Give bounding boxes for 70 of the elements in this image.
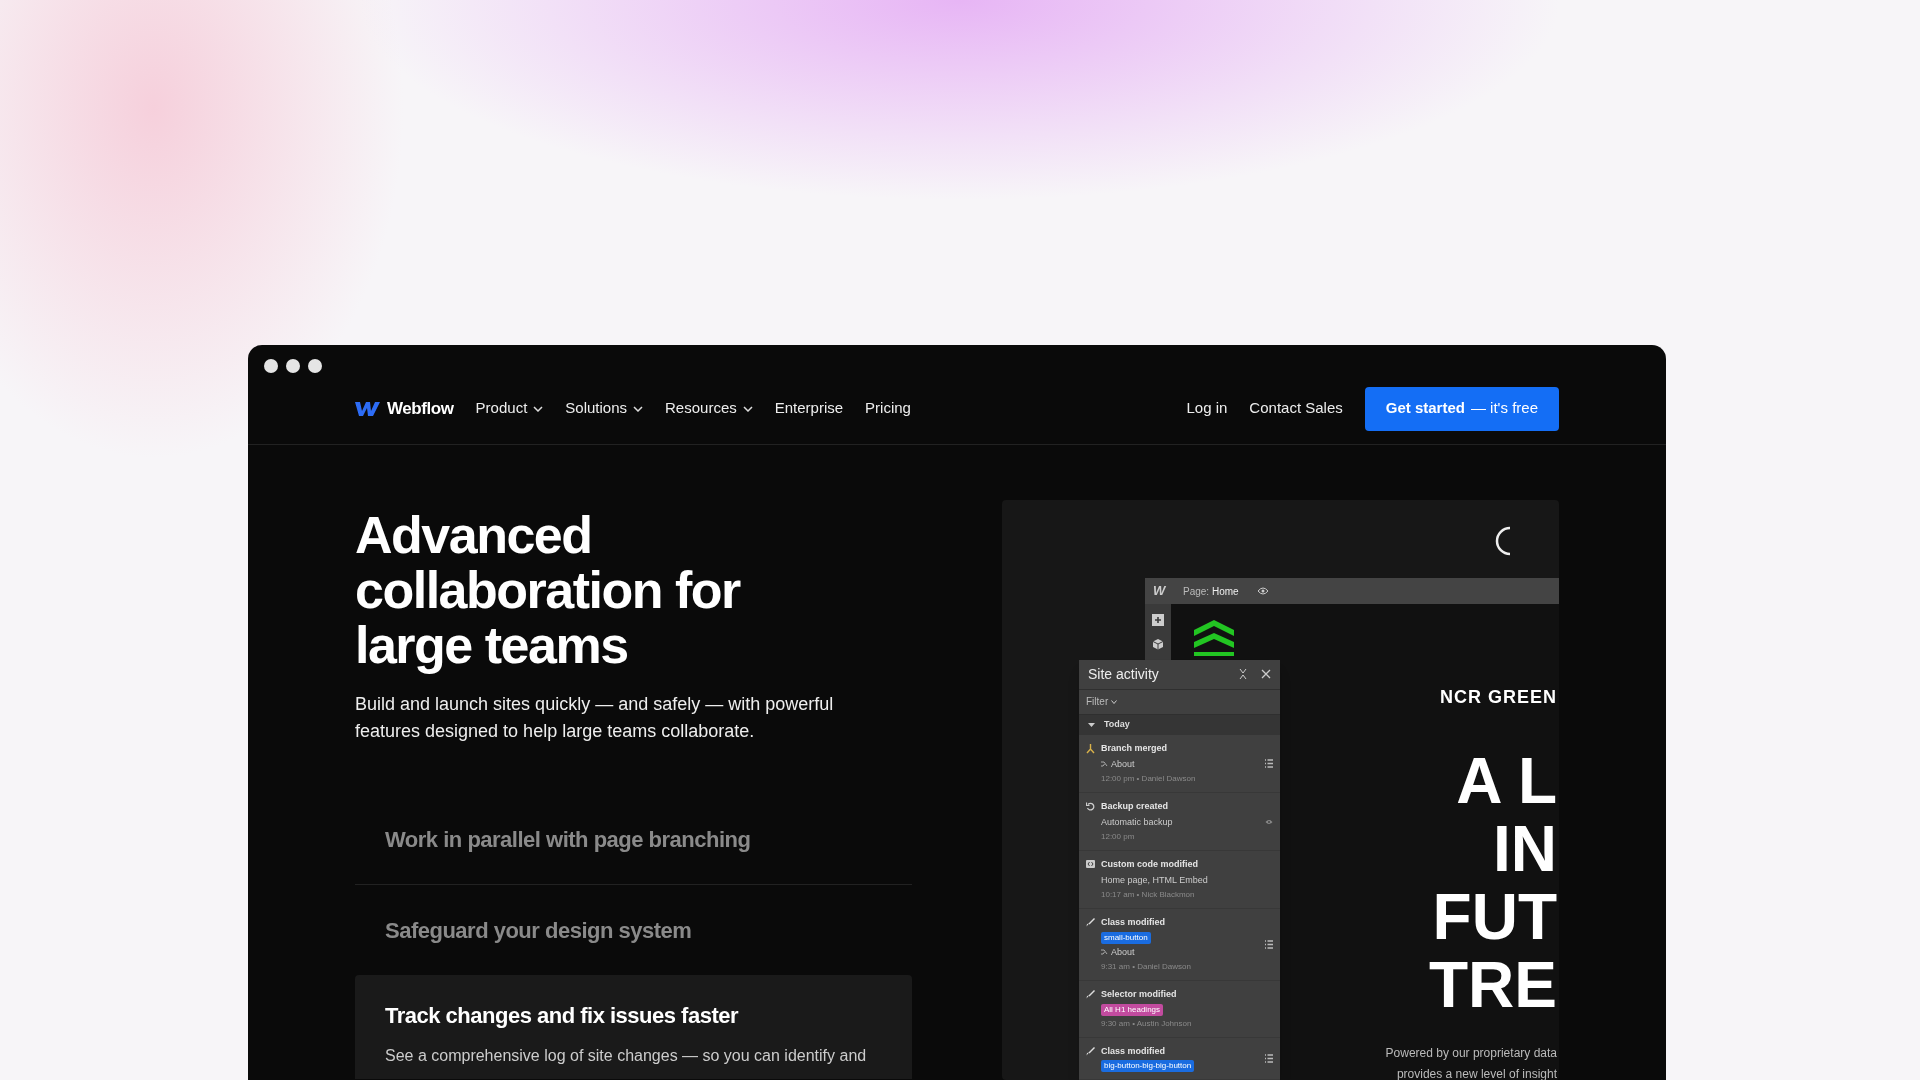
hero-subtitle: Build and launch sites quickly — and safely — with powerful features designed to help large teams collaborate. [355, 693, 835, 743]
brush-icon [1086, 990, 1095, 999]
class-tag: small-button [1101, 931, 1151, 944]
brush-icon [1086, 918, 1095, 927]
activity-item[interactable]: Selector modified All H1 headings 9:30 am • Austin Johnson [1079, 981, 1280, 1038]
add-icon[interactable] [1152, 614, 1164, 626]
collapse-icon[interactable] [1239, 668, 1247, 681]
close-icon[interactable] [1261, 669, 1271, 680]
activity-title: Backup created [1101, 800, 1170, 813]
activity-detail: Home page, HTML Embed [1101, 873, 1209, 887]
chevron-down-icon [1111, 699, 1118, 704]
brush-icon [1086, 1046, 1095, 1056]
list-icon[interactable] [1265, 759, 1273, 768]
list-icon[interactable] [1265, 940, 1273, 949]
class-tag: big-button-big-big-button [1101, 1060, 1195, 1072]
activity-meta: 10:17 am • Nick Blackmon [1101, 889, 1196, 901]
eye-icon[interactable] [1256, 587, 1269, 595]
article-headline: A L IN FUT TRE [1429, 747, 1557, 1019]
chevron-down-icon [533, 405, 544, 412]
contact-sales-link[interactable]: Contact Sales [1249, 397, 1343, 420]
eye-icon[interactable] [1265, 818, 1273, 825]
list-icon[interactable] [1265, 1053, 1273, 1063]
feature-description: See a comprehensive log of site changes — so you can identify and [385, 1046, 868, 1066]
group-label: Today [1104, 718, 1130, 732]
chevron-down-icon [742, 405, 753, 412]
article-body: Powered by our proprietary data provides a new level of insight [1385, 1045, 1557, 1080]
get-started-button[interactable]: Get started — it's free [1364, 386, 1559, 431]
activity-item[interactable]: Custom code modified Home page, HTML Embed 10:17 am • Nick Blackmon [1079, 851, 1280, 909]
caret-down-icon [1088, 722, 1095, 727]
chevrons-logo [1194, 620, 1234, 656]
hero-title: Advanced collaboration for large teams [355, 508, 742, 673]
nav-link[interactable]: Resources [665, 397, 753, 420]
filter-dropdown[interactable]: Filter [1086, 694, 1118, 710]
activity-item[interactable]: Class modified small-button About 9:31 am • Daniel Dawson [1079, 909, 1280, 981]
nav-link[interactable]: Pricing [865, 397, 911, 420]
merge-icon [1086, 744, 1095, 754]
chevron-down-icon [633, 405, 644, 412]
webflow-logo[interactable]: Webflow [355, 395, 454, 422]
activity-title: Branch merged [1101, 742, 1169, 755]
page-name: About [1111, 757, 1135, 771]
page-name: About [1111, 945, 1135, 959]
undo-icon [1086, 802, 1095, 811]
group-header[interactable]: Today [1079, 714, 1280, 735]
panel-title: Site activity [1088, 664, 1160, 684]
branch-icon [1101, 761, 1108, 768]
feature-title: Track changes and fix issues faster [385, 1002, 740, 1030]
activity-title: Class modified [1101, 916, 1166, 929]
class-tag: All H1 headings [1101, 1003, 1164, 1016]
page-label: Page: Home [1183, 584, 1239, 599]
activity-meta: 9:31 am • Daniel Dawson [1101, 961, 1192, 973]
nav-link[interactable]: Solutions [565, 397, 644, 420]
feature-card[interactable]: Track changes and fix issues faster See a comprehensive log of site changes — so you can identify and [355, 975, 912, 1079]
brand-name: Webflow [387, 397, 454, 420]
activity-item[interactable]: Class modified big-button-big-big-button [1079, 1037, 1280, 1080]
feature-tab[interactable]: Safeguard your design system [385, 913, 692, 947]
activity-title: Custom code modified [1101, 858, 1199, 871]
cube-icon[interactable] [1152, 638, 1164, 650]
branch-icon [1101, 949, 1108, 956]
article-brand: NCR GREEN [1440, 686, 1557, 709]
nav-link[interactable]: Product [475, 397, 544, 420]
activity-title: Selector modified [1101, 988, 1178, 1001]
feature-tab[interactable]: Work in parallel with page branching [385, 823, 751, 856]
activity-detail: Automatic backup [1101, 815, 1174, 829]
nav-link[interactable]: Enterprise [774, 397, 844, 420]
designer-logo: W [1153, 582, 1167, 601]
activity-title: Class modified [1101, 1044, 1166, 1058]
logo-icon [355, 400, 381, 417]
code-icon [1086, 860, 1095, 868]
activity-meta: 9:30 am • Austin Johnson [1101, 1017, 1193, 1030]
login-link[interactable]: Log in [1186, 397, 1228, 420]
